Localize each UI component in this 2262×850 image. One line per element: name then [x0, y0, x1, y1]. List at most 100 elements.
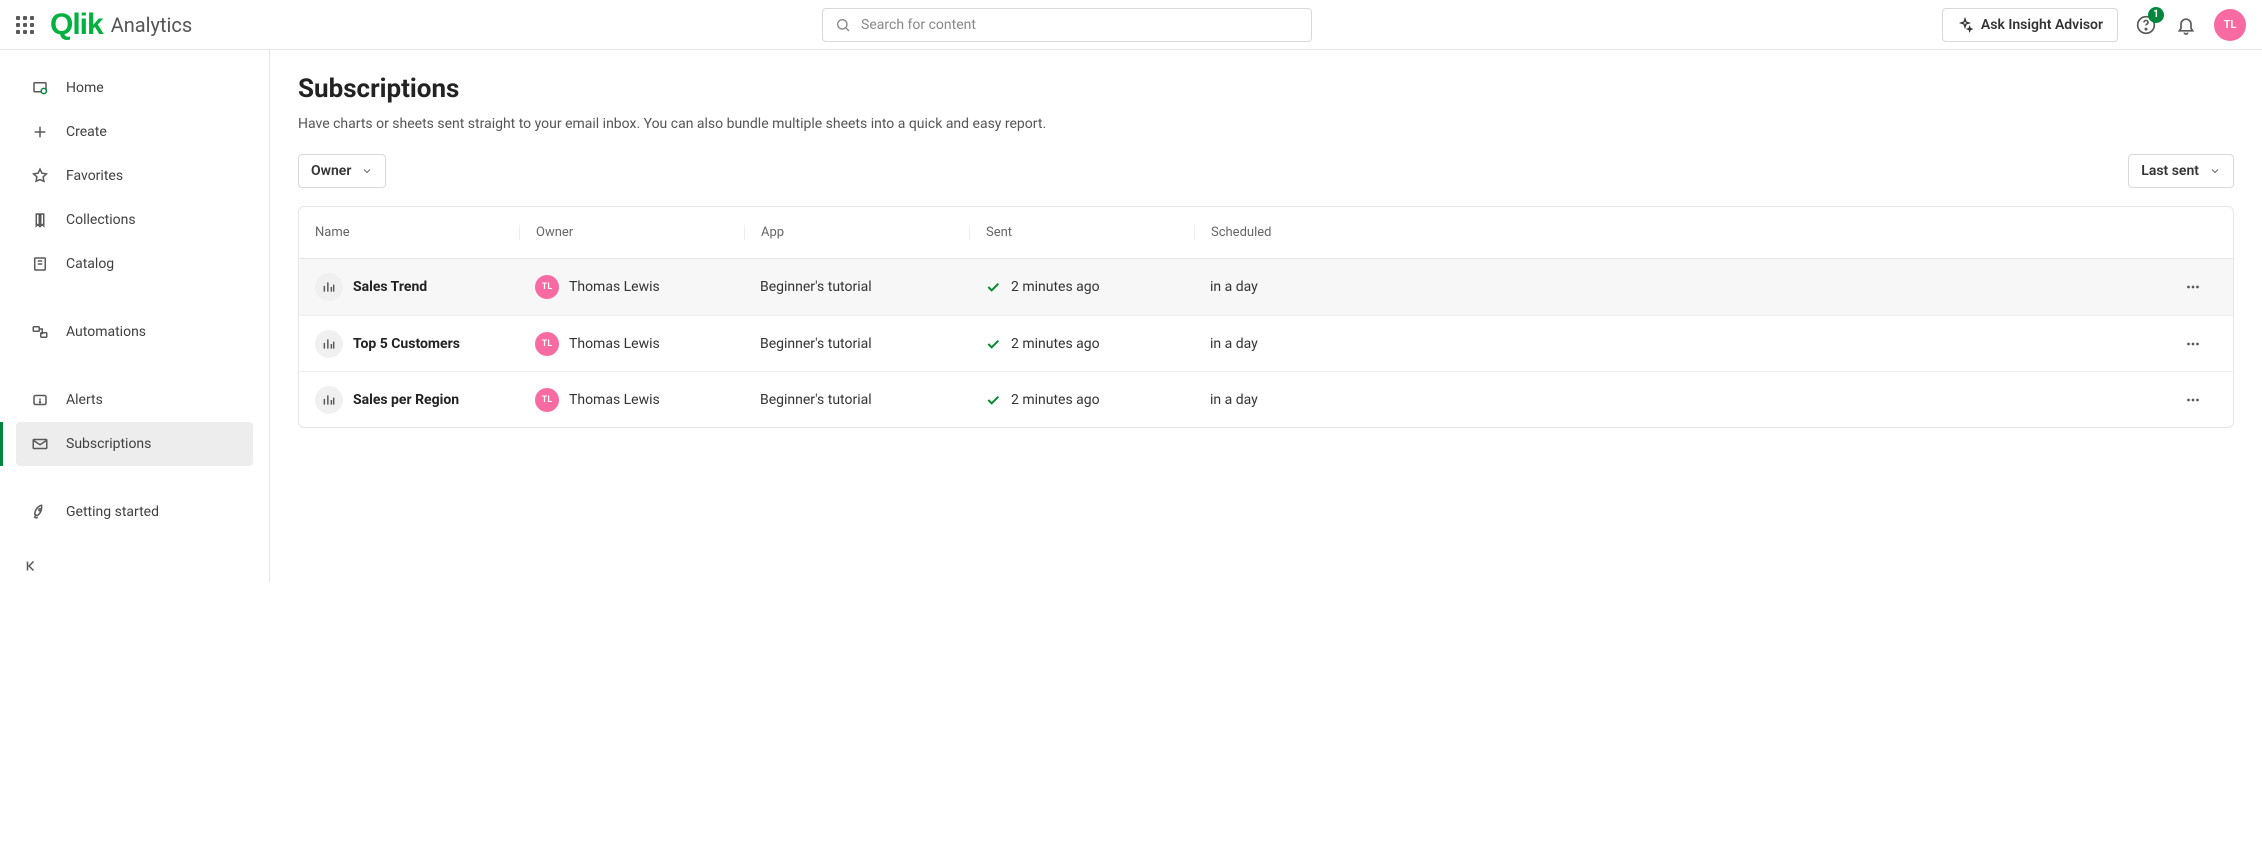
search-wrap [208, 8, 1926, 42]
sidebar-item-label: Collections [66, 212, 136, 228]
cell-app: Beginner's tutorial [744, 279, 969, 295]
collapse-sidebar-button[interactable] [16, 550, 48, 582]
sidebar-item-label: Home [66, 80, 104, 96]
nav-group-automations: Automations [0, 306, 269, 358]
plus-icon [30, 122, 50, 142]
sidebar-item-label: Subscriptions [66, 436, 151, 452]
sidebar-item-collections[interactable]: Collections [16, 198, 253, 242]
ask-button-label: Ask Insight Advisor [1981, 17, 2103, 33]
cell-name: Sales per Region [299, 386, 519, 414]
table-row[interactable]: Sales Trend TL Thomas Lewis Beginner's t… [299, 259, 2233, 315]
sidebar-item-label: Create [66, 124, 107, 140]
sidebar-item-label: Favorites [66, 168, 123, 184]
sidebar-item-subscriptions[interactable]: Subscriptions [16, 422, 253, 466]
scheduled-label: in a day [1210, 392, 1258, 408]
nav-group-main: Home Create Favorites Collections [0, 62, 269, 290]
sidebar-item-home[interactable]: Home [16, 66, 253, 110]
check-icon [985, 392, 1001, 408]
ask-insight-advisor-button[interactable]: Ask Insight Advisor [1942, 8, 2118, 42]
row-actions-button[interactable] [2177, 384, 2209, 416]
table-row[interactable]: Sales per Region TL Thomas Lewis Beginne… [299, 371, 2233, 427]
app-name: Beginner's tutorial [760, 392, 872, 408]
sidebar: Home Create Favorites Collections [0, 50, 270, 582]
rocket-icon [30, 502, 50, 522]
th-owner[interactable]: Owner [519, 225, 744, 240]
sidebar-item-create[interactable]: Create [16, 110, 253, 154]
owner-avatar: TL [535, 275, 559, 299]
sidebar-item-alerts[interactable]: Alerts [16, 378, 253, 422]
sparkle-icon [1957, 17, 1973, 33]
owner-avatar: TL [535, 332, 559, 356]
cell-app: Beginner's tutorial [744, 392, 969, 408]
th-scheduled[interactable]: Scheduled [1194, 225, 1419, 240]
th-sent[interactable]: Sent [969, 225, 1194, 240]
cell-sent: 2 minutes ago [969, 279, 1194, 295]
check-icon [985, 336, 1001, 352]
sent-label: 2 minutes ago [1011, 279, 1100, 295]
mail-icon [30, 434, 50, 454]
help-button[interactable]: 1 [2134, 13, 2158, 37]
row-actions-button[interactable] [2177, 328, 2209, 360]
th-app[interactable]: App [744, 225, 969, 240]
cell-owner: TL Thomas Lewis [519, 275, 744, 299]
owner-name: Thomas Lewis [569, 392, 660, 408]
bell-icon [2176, 15, 2196, 35]
subscriptions-table: Name Owner App Sent Scheduled Sales Tren… [298, 206, 2234, 428]
header: Qlik Analytics Ask Insight Advisor 1 TL [0, 0, 2262, 50]
sidebar-item-favorites[interactable]: Favorites [16, 154, 253, 198]
cell-actions [1419, 328, 2233, 360]
row-actions-button[interactable] [2177, 271, 2209, 303]
cell-owner: TL Thomas Lewis [519, 388, 744, 412]
app-name: Beginner's tutorial [760, 279, 872, 295]
more-icon [2184, 391, 2202, 409]
owner-filter-label: Owner [311, 163, 351, 179]
cell-scheduled: in a day [1194, 336, 1419, 352]
alert-icon [30, 390, 50, 410]
main: Subscriptions Have charts or sheets sent… [270, 50, 2262, 582]
sidebar-item-label: Getting started [66, 504, 159, 520]
cell-app: Beginner's tutorial [744, 336, 969, 352]
product-name: Analytics [111, 13, 193, 37]
sidebar-item-getting-started[interactable]: Getting started [16, 490, 253, 534]
chart-icon [315, 330, 343, 358]
notifications-button[interactable] [2174, 13, 2198, 37]
cell-name: Top 5 Customers [299, 330, 519, 358]
sent-label: 2 minutes ago [1011, 392, 1100, 408]
owner-filter-dropdown[interactable]: Owner [298, 154, 386, 188]
chart-icon [315, 273, 343, 301]
sent-label: 2 minutes ago [1011, 336, 1100, 352]
check-icon [985, 279, 1001, 295]
app-launcher-icon[interactable] [16, 16, 34, 34]
sort-dropdown[interactable]: Last sent [2128, 154, 2234, 188]
page-title: Subscriptions [298, 74, 2234, 104]
automation-icon [30, 322, 50, 342]
scheduled-label: in a day [1210, 279, 1258, 295]
nav-group-notify: Alerts Subscriptions [0, 374, 269, 470]
row-name-label: Top 5 Customers [353, 336, 460, 352]
user-avatar-initials: TL [2224, 18, 2237, 31]
scheduled-label: in a day [1210, 336, 1258, 352]
table-row[interactable]: Top 5 Customers TL Thomas Lewis Beginner… [299, 315, 2233, 371]
search-input[interactable] [861, 17, 1299, 33]
more-icon [2184, 335, 2202, 353]
collapse-icon [23, 557, 41, 575]
th-name[interactable]: Name [299, 225, 519, 240]
home-icon [30, 78, 50, 98]
sidebar-item-catalog[interactable]: Catalog [16, 242, 253, 286]
search-icon [835, 17, 851, 33]
cell-actions [1419, 271, 2233, 303]
search-box[interactable] [822, 8, 1312, 42]
user-avatar[interactable]: TL [2214, 9, 2246, 41]
sidebar-footer [0, 538, 269, 594]
logo[interactable]: Qlik Analytics [50, 8, 192, 42]
header-right: Ask Insight Advisor 1 TL [1942, 8, 2246, 42]
sidebar-item-automations[interactable]: Automations [16, 310, 253, 354]
sidebar-item-label: Alerts [66, 392, 103, 408]
help-badge: 1 [2148, 7, 2164, 23]
logo-mark: Qlik [50, 8, 103, 42]
filter-row: Owner Last sent [298, 154, 2234, 188]
sort-label: Last sent [2141, 163, 2199, 179]
chevron-down-icon [2209, 165, 2221, 177]
catalog-icon [30, 254, 50, 274]
chart-icon [315, 386, 343, 414]
